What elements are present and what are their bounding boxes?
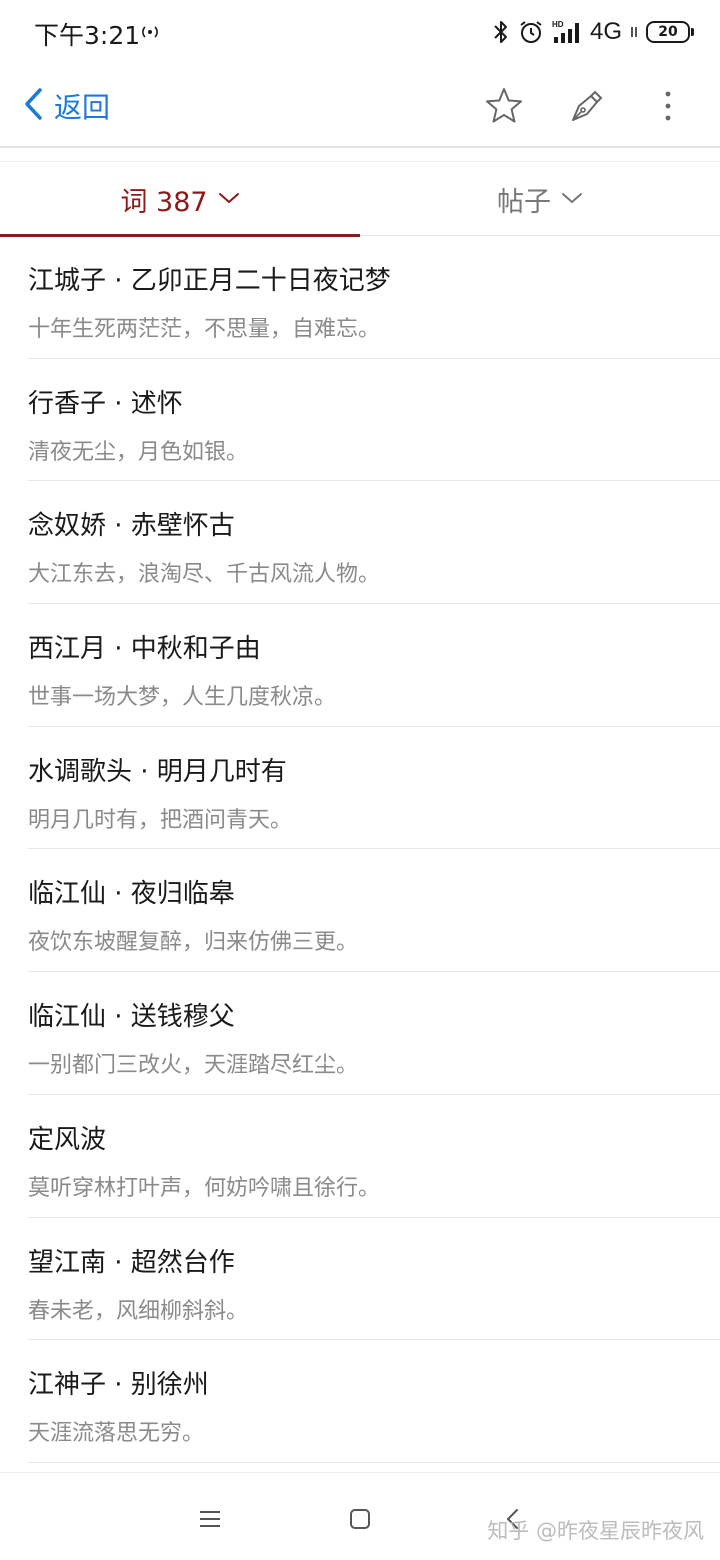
- alarm-icon: [518, 19, 544, 45]
- tab-ci[interactable]: 词 387: [0, 162, 360, 237]
- data-arrows-icon: [630, 25, 638, 39]
- star-icon[interactable]: [482, 84, 526, 128]
- back-label: 返回: [54, 91, 111, 124]
- list-item[interactable]: 行香子 · 述怀 清夜无尘，月色如银。: [28, 359, 720, 482]
- item-title: 江城子 · 乙卯正月二十日夜记梦: [28, 266, 391, 296]
- list-item[interactable]: 水调歌头 · 明月几时有 明月几时有，把酒问青天。: [28, 727, 720, 850]
- back-button[interactable]: 返回: [22, 82, 110, 130]
- item-title: 行香子 · 述怀: [28, 388, 183, 419]
- status-time: 下午3:21: [34, 21, 141, 50]
- menu-icon[interactable]: [190, 1499, 230, 1539]
- item-title: 临江仙 · 夜归临皋: [28, 879, 235, 910]
- watermark: 知乎 @昨夜星辰昨夜风: [487, 1519, 704, 1543]
- system-nav-bar: 知乎 @昨夜星辰昨夜风: [0, 1472, 720, 1560]
- chevron-left-icon: [22, 87, 44, 125]
- item-title: 临江仙 · 送钱穆父: [28, 1002, 235, 1033]
- list-item[interactable]: 西江月 · 中秋和子由 世事一场大梦，人生几度秋凉。: [28, 604, 720, 727]
- item-first-line: 大江东去，浪淘尽、千古风流人物。: [28, 562, 381, 588]
- item-first-line: 春未老，风细柳斜斜。: [28, 1298, 249, 1324]
- battery-indicator: 20: [646, 21, 694, 43]
- status-bar: 下午3:21 HD 4G 20: [0, 0, 720, 64]
- chevron-down-icon: [218, 190, 240, 209]
- chevron-down-icon: [561, 190, 583, 209]
- item-first-line: 夜饮东坡醒复醉，归来仿佛三更。: [28, 930, 359, 956]
- item-first-line: 明月几时有，把酒问青天。: [28, 807, 293, 833]
- list-item[interactable]: 临江仙 · 送钱穆父 一别都门三改火，天涯踏尽红尘。: [28, 972, 720, 1095]
- item-first-line: 世事一场大梦，人生几度秋凉。: [28, 685, 337, 711]
- hd-label: HD: [552, 20, 564, 29]
- poem-list: 江城子 · 乙卯正月二十日夜记梦 十年生死两茫茫，不思量，自难忘。 行香子 · …: [0, 236, 720, 1463]
- item-title: 望江南 · 超然台作: [28, 1247, 235, 1278]
- item-first-line: 莫听穿林打叶声，何妨吟啸且徐行。: [28, 1175, 381, 1201]
- item-title: 水调歌头 · 明月几时有: [28, 756, 287, 787]
- bluetooth-icon: [492, 19, 510, 45]
- more-vertical-icon[interactable]: [646, 84, 690, 128]
- item-first-line: 一别都门三改火，天涯踏尽红尘。: [28, 1053, 359, 1079]
- tab-bar: 词 387 帖子: [0, 162, 720, 237]
- signal-icon: HD: [552, 19, 582, 45]
- tab-posts-label: 帖子: [497, 186, 551, 218]
- item-title: 定风波: [28, 1124, 107, 1155]
- list-item[interactable]: 望江南 · 超然台作 春未老，风细柳斜斜。: [28, 1218, 720, 1341]
- pen-nib-icon[interactable]: [565, 84, 609, 128]
- item-first-line: 十年生死两茫茫，不思量，自难忘。: [28, 317, 381, 342]
- list-item[interactable]: 定风波 莫听穿林打叶声，何妨吟啸且徐行。: [28, 1095, 720, 1218]
- item-title: 西江月 · 中秋和子由: [28, 634, 261, 665]
- status-icons: HD 4G 20: [492, 16, 694, 48]
- top-nav: 返回: [0, 64, 720, 148]
- home-square-icon[interactable]: [340, 1499, 380, 1539]
- tab-posts[interactable]: 帖子: [360, 162, 720, 236]
- divider-band: [0, 150, 720, 162]
- hotspot-icon: [140, 22, 160, 42]
- tab-ci-label: 词 387: [120, 186, 208, 218]
- network-label: 4G: [589, 18, 622, 45]
- item-first-line: 清夜无尘，月色如银。: [28, 439, 249, 465]
- item-title: 念奴娇 · 赤壁怀古: [28, 511, 235, 542]
- item-title: 江神子 · 别徐州: [28, 1370, 209, 1401]
- list-item[interactable]: 江城子 · 乙卯正月二十日夜记梦 十年生死两茫茫，不思量，自难忘。: [28, 236, 720, 359]
- list-item[interactable]: 念奴娇 · 赤壁怀古 大江东去，浪淘尽、千古风流人物。: [28, 481, 720, 605]
- list-item[interactable]: 江神子 · 别徐州 天涯流落思无穷。: [28, 1340, 720, 1463]
- list-item[interactable]: 临江仙 · 夜归临皋 夜饮东坡醒复醉，归来仿佛三更。: [28, 849, 720, 973]
- item-first-line: 天涯流落思无穷。: [28, 1421, 205, 1447]
